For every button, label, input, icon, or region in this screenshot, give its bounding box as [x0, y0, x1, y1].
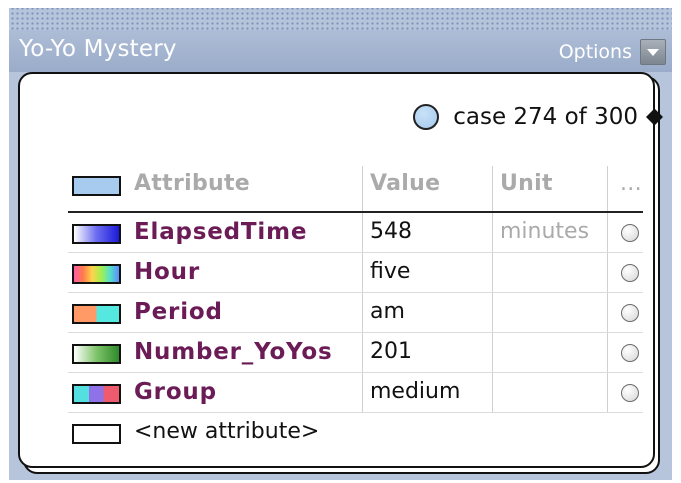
attribute-name[interactable]: ElapsedTime: [134, 213, 307, 251]
attribute-color-swatch: [72, 224, 121, 244]
column-divider: [492, 253, 493, 292]
column-divider: [607, 373, 608, 412]
attribute-name[interactable]: Group: [134, 373, 217, 411]
column-divider: [607, 333, 608, 372]
case-arrows: [646, 109, 663, 125]
next-case-arrow-icon[interactable]: [655, 109, 663, 125]
attribute-rows: ElapsedTime 548 minutes Hour five Period…: [68, 213, 643, 453]
options-menu[interactable]: Options: [559, 38, 666, 66]
window-drag-grip[interactable]: [9, 8, 672, 30]
column-divider: [492, 213, 493, 252]
previous-case-arrow-icon[interactable]: [646, 109, 654, 125]
column-divider[interactable]: [492, 166, 493, 212]
table-row[interactable]: Number_YoYos 201: [68, 333, 643, 373]
column-divider: [607, 253, 608, 292]
table-row[interactable]: ElapsedTime 548 minutes: [68, 213, 643, 253]
attribute-color-swatch: [72, 344, 121, 364]
column-divider: [362, 333, 363, 372]
select-radio-button[interactable]: [621, 384, 639, 402]
column-divider: [362, 253, 363, 292]
attribute-name[interactable]: Number_YoYos: [134, 333, 332, 371]
case-counter: case 274 of 300: [453, 104, 638, 130]
table-row[interactable]: Group medium: [68, 373, 643, 413]
table-row[interactable]: Hour five: [68, 253, 643, 293]
column-header-unit[interactable]: Unit: [500, 166, 553, 212]
attribute-value[interactable]: five: [370, 253, 410, 291]
attribute-value[interactable]: medium: [370, 373, 460, 411]
window-title: Yo-Yo Mystery: [19, 36, 177, 62]
attribute-color-swatch: [72, 384, 121, 404]
attribute-value[interactable]: am: [370, 293, 405, 331]
column-divider: [492, 293, 493, 332]
column-divider[interactable]: [362, 166, 363, 212]
attribute-name[interactable]: Hour: [134, 253, 200, 291]
select-radio-button[interactable]: [621, 344, 639, 362]
case-navigator: case 274 of 300: [413, 104, 663, 130]
options-label[interactable]: Options: [559, 41, 632, 63]
column-divider: [607, 293, 608, 332]
column-header-attribute[interactable]: Attribute: [134, 166, 250, 212]
attribute-name[interactable]: Period: [134, 293, 223, 331]
select-radio-button[interactable]: [621, 224, 639, 242]
new-attribute-label[interactable]: <new attribute>: [134, 413, 319, 451]
table-header: Attribute Value Unit ...: [68, 166, 643, 213]
attribute-value[interactable]: 548: [370, 213, 412, 251]
column-divider: [362, 373, 363, 412]
window-titlebar[interactable]: Yo-Yo Mystery Options: [9, 30, 672, 72]
attribute-unit[interactable]: minutes: [500, 213, 589, 251]
select-radio-button[interactable]: [621, 264, 639, 282]
case-selector-circle-icon[interactable]: [413, 104, 440, 130]
attribute-value[interactable]: 201: [370, 333, 412, 371]
attribute-color-swatch: [72, 304, 121, 324]
select-radio-button[interactable]: [621, 304, 639, 322]
column-divider: [362, 293, 363, 332]
chevron-down-icon: [647, 48, 659, 56]
header-swatch: [72, 176, 121, 196]
column-divider: [607, 213, 608, 252]
attribute-color-swatch: [72, 264, 121, 284]
column-header-more[interactable]: ...: [620, 166, 642, 212]
table-row[interactable]: Period am: [68, 293, 643, 333]
column-divider: [492, 373, 493, 412]
options-dropdown-button[interactable]: [640, 39, 666, 65]
column-divider: [362, 213, 363, 252]
column-divider[interactable]: [607, 166, 608, 212]
new-attribute-swatch: [72, 424, 121, 444]
column-divider: [492, 333, 493, 372]
column-header-value[interactable]: Value: [370, 166, 440, 212]
new-attribute-row[interactable]: <new attribute>: [68, 413, 643, 453]
